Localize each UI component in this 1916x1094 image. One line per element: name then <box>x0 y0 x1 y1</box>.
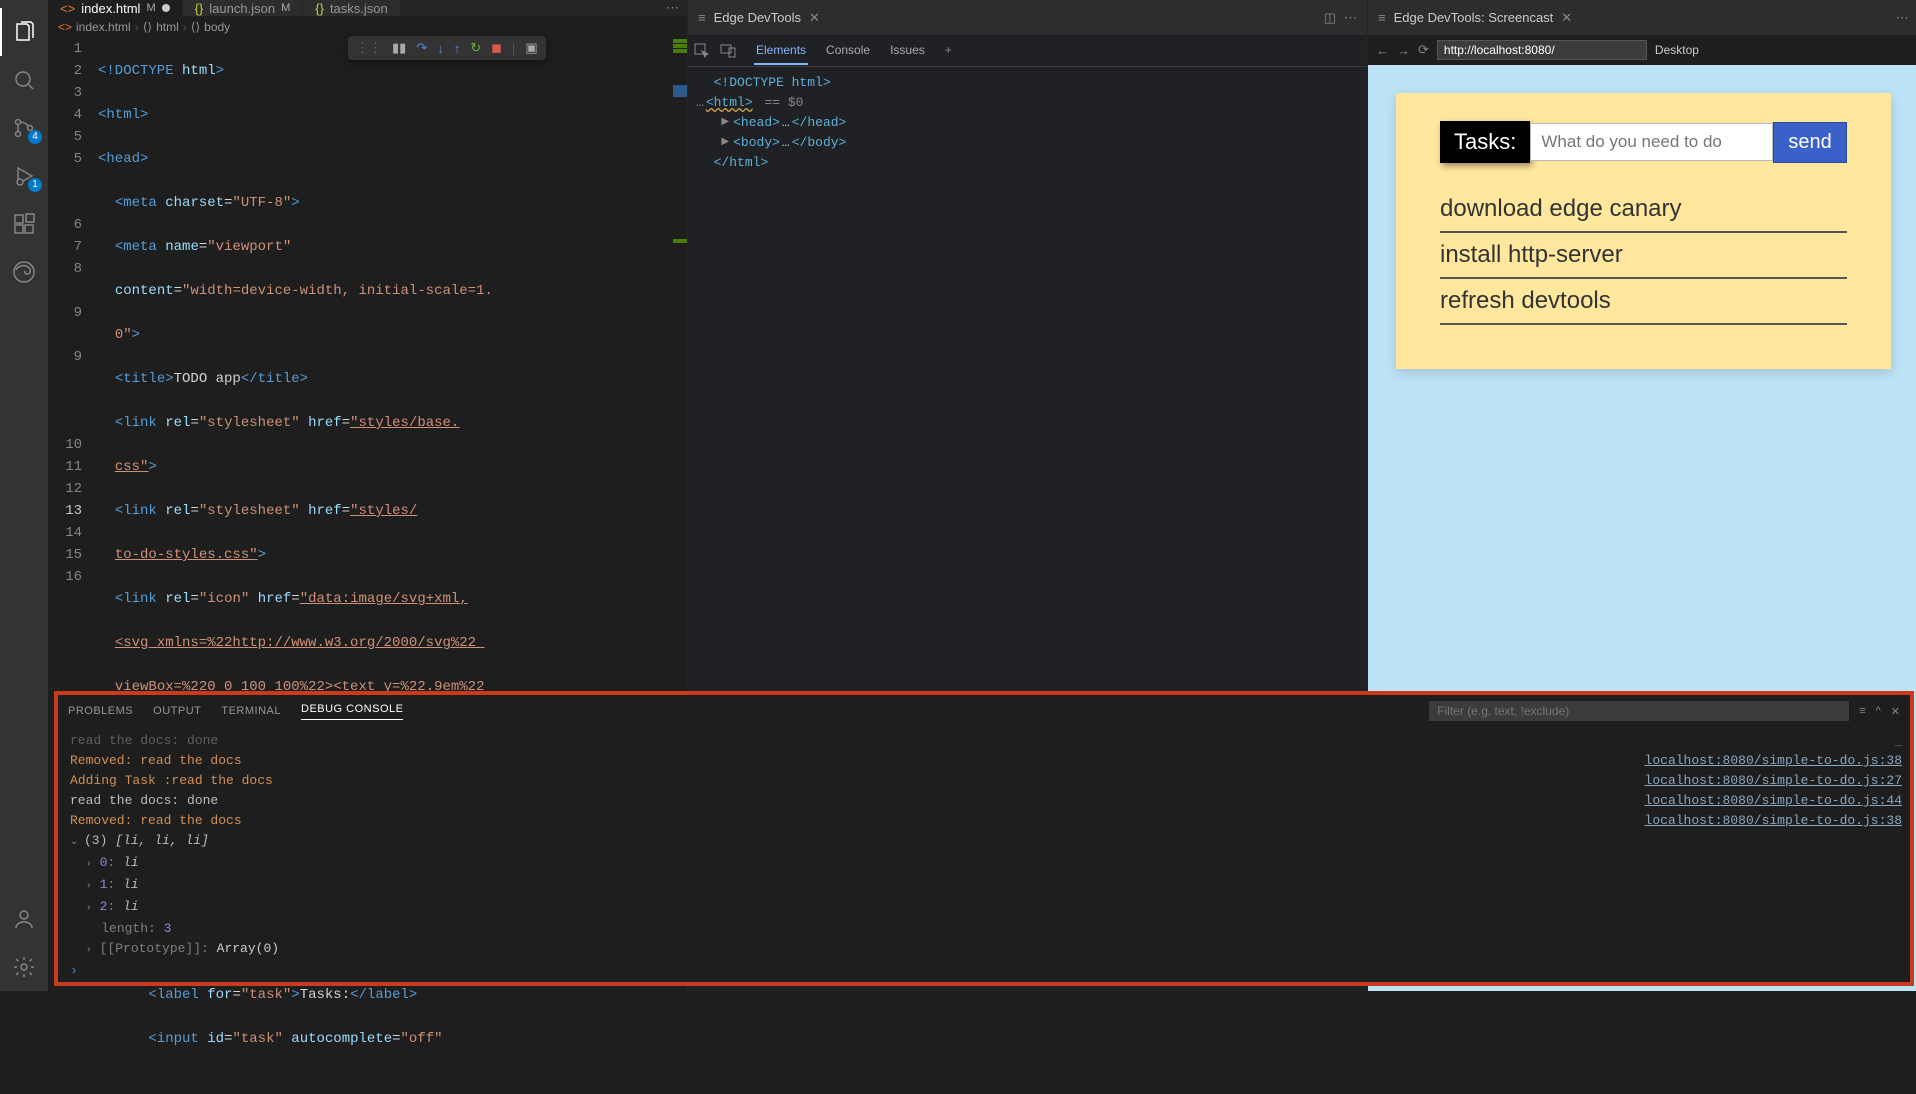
caret-right-icon[interactable]: › <box>86 941 96 961</box>
html-file-icon: <> <box>60 1 75 16</box>
list-item[interactable]: refresh devtools <box>1440 279 1847 325</box>
tab-issues[interactable]: Issues <box>888 37 927 65</box>
dirty-dot-icon <box>162 4 170 12</box>
console-line: Removed: read the docs <box>70 811 1558 831</box>
console-sources: localhost:8080/simple-to-do.js:38 localh… <box>1570 727 1910 982</box>
source-link[interactable]: localhost:8080/simple-to-do.js:38 <box>1578 751 1902 771</box>
send-button[interactable]: send <box>1773 122 1846 163</box>
dom-tree[interactable]: <!DOCTYPE html> …<html> == $0 ▶<head>…</… <box>688 67 1367 179</box>
tab-modified: M <box>281 2 290 14</box>
console-output[interactable]: read the docs: done Removed: read the do… <box>58 727 1570 982</box>
tab-launch-json[interactable]: {} launch.json M <box>183 0 304 16</box>
explorer-icon[interactable]: 1 <box>0 8 48 56</box>
tab-console[interactable]: Console <box>824 37 872 65</box>
collapse-icon[interactable]: ^ <box>1876 705 1881 717</box>
tab-label: index.html <box>81 1 140 16</box>
dom-doctype: <!DOCTYPE html> <box>714 73 831 93</box>
reload-icon[interactable]: ⟳ <box>1418 42 1429 58</box>
expand-icon[interactable]: ▶ <box>721 113 729 133</box>
tab-output[interactable]: OUTPUT <box>153 705 201 717</box>
tasks-label: Tasks: <box>1440 121 1530 163</box>
panel-tabs: PROBLEMS OUTPUT TERMINAL DEBUG CONSOLE ≡… <box>58 695 1910 727</box>
extensions-icon[interactable] <box>0 200 48 248</box>
more-icon[interactable]: ⋯ <box>1344 10 1357 26</box>
caret-right-icon[interactable]: › <box>86 877 96 897</box>
console-line: read the docs: done <box>70 791 1558 811</box>
devtools-toolbar: Elements Console Issues + <box>688 35 1367 67</box>
search-icon[interactable] <box>0 56 48 104</box>
dom-selection-hint: == $0 <box>764 93 803 113</box>
inspect-icon[interactable] <box>694 43 710 59</box>
breadcrumb-item[interactable]: body <box>204 20 230 34</box>
back-icon[interactable]: ← <box>1376 43 1389 58</box>
close-panel-icon[interactable]: ✕ <box>1891 705 1900 718</box>
source-link[interactable]: localhost:8080/simple-to-do.js:27 <box>1578 771 1902 791</box>
brackets-icon: ⟨⟩ <box>191 20 200 34</box>
caret-right-icon[interactable]: › <box>86 899 96 919</box>
debug-console-panel: PROBLEMS OUTPUT TERMINAL DEBUG CONSOLE ≡… <box>54 691 1914 986</box>
source-control-icon[interactable]: 4 <box>0 104 48 152</box>
expand-icon[interactable]: ▶ <box>721 133 729 153</box>
list-item[interactable]: install http-server <box>1440 233 1847 279</box>
device-toggle-icon[interactable] <box>720 43 736 59</box>
list-icon: ≡ <box>1378 10 1386 25</box>
console-line: read the docs: done <box>70 731 1558 751</box>
run-debug-icon[interactable]: 1 <box>0 152 48 200</box>
device-select[interactable]: Desktop <box>1655 43 1699 57</box>
tab-index-html[interactable]: <> index.html M <box>48 0 183 16</box>
devtools-title: Edge DevTools <box>714 10 801 25</box>
caret-down-icon[interactable]: ⌄ <box>70 833 80 853</box>
list-item[interactable]: download edge canary <box>1440 187 1847 233</box>
screencast-toolbar: ← → ⟳ Desktop <box>1368 35 1916 65</box>
json-file-icon: {} <box>195 1 204 16</box>
tab-elements[interactable]: Elements <box>754 37 808 65</box>
screencast-title: Edge DevTools: Screencast <box>1394 10 1554 25</box>
add-tab-icon[interactable]: + <box>943 37 954 65</box>
close-icon[interactable]: ✕ <box>1561 10 1572 26</box>
close-icon[interactable]: ✕ <box>809 10 820 26</box>
todo-app: Tasks: send download edge canary install… <box>1396 93 1891 369</box>
source-link[interactable]: localhost:8080/simple-to-do.js:38 <box>1578 811 1902 831</box>
tab-tasks-json[interactable]: {} tasks.json <box>303 0 401 16</box>
breadcrumb[interactable]: <> index.html › ⟨⟩ html › ⟨⟩ body <box>48 16 687 38</box>
debug-badge: 1 <box>28 178 42 192</box>
edge-icon[interactable] <box>0 248 48 296</box>
tab-problems[interactable]: PROBLEMS <box>68 705 133 717</box>
source-link[interactable]: localhost:8080/simple-to-do.js:44 <box>1578 791 1902 811</box>
todo-list: download edge canary install http-server… <box>1440 187 1847 325</box>
clear-icon[interactable]: ≡ <box>1859 705 1865 717</box>
devtools-tab[interactable]: ≡ Edge DevTools ✕ ◫ ⋯ <box>688 0 1367 35</box>
tab-label: tasks.json <box>330 1 388 16</box>
html-file-icon: <> <box>58 20 72 34</box>
console-filter-input[interactable] <box>1429 701 1849 721</box>
breadcrumb-item[interactable]: index.html <box>76 20 131 34</box>
url-input[interactable] <box>1437 40 1647 60</box>
editor-tabs: <> index.html M {} launch.json M {} task… <box>48 0 687 16</box>
tab-label: launch.json <box>209 1 275 16</box>
more-icon[interactable]: ⋯ <box>666 0 679 16</box>
tab-terminal[interactable]: TERMINAL <box>221 705 281 717</box>
forward-icon[interactable]: → <box>1397 43 1410 58</box>
screencast-tab[interactable]: ≡ Edge DevTools: Screencast ✕ ⋯ <box>1368 0 1916 35</box>
console-line: Removed: read the docs <box>70 751 1558 771</box>
breadcrumb-item[interactable]: html <box>156 20 179 34</box>
more-icon[interactable]: ⋯ <box>1896 10 1909 26</box>
caret-right-icon[interactable]: › <box>86 855 96 875</box>
brackets-icon: ⟨⟩ <box>143 20 152 34</box>
split-icon[interactable]: ◫ <box>1324 10 1336 26</box>
tab-modified: M <box>146 2 155 14</box>
chevron-right-icon: › <box>183 20 187 34</box>
console-line: Adding Task :read the docs <box>70 771 1558 791</box>
task-input[interactable] <box>1530 123 1773 161</box>
chevron-right-icon: › <box>135 20 139 34</box>
tab-debug-console[interactable]: DEBUG CONSOLE <box>301 703 403 720</box>
scm-badge: 4 <box>28 130 42 144</box>
json-file-icon: {} <box>315 1 324 16</box>
list-icon: ≡ <box>698 10 706 25</box>
